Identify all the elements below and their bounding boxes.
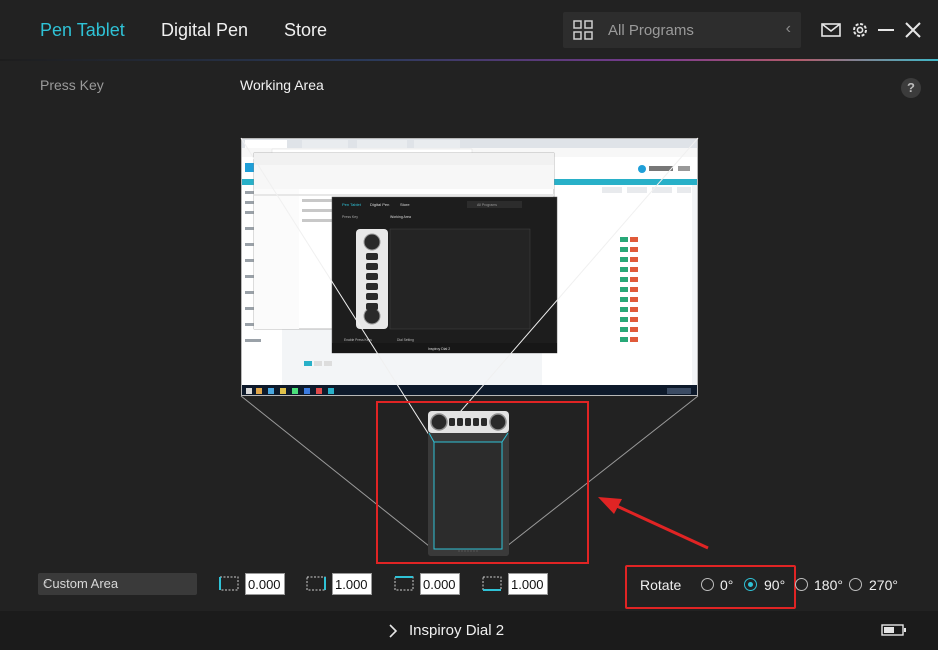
inner-tab-digital-pen: Digital Pen	[370, 202, 389, 207]
program-selector-label: All Programs	[608, 22, 694, 39]
tablet-preview	[428, 411, 509, 556]
inner-tab-pen-tablet: Pen Tablet	[342, 202, 362, 207]
help-icon[interactable]: ?	[901, 78, 921, 98]
gear-icon[interactable]	[850, 20, 870, 40]
rotate-270-radio[interactable]	[849, 578, 862, 591]
rotate-90-radio[interactable]	[744, 578, 757, 591]
header-accent-line	[0, 59, 938, 61]
tab-press-key[interactable]: Press Key	[40, 77, 104, 93]
area-top-icon	[306, 576, 326, 591]
rotate-270-label[interactable]: 270°	[869, 577, 898, 593]
rotate-0-radio[interactable]	[701, 578, 714, 591]
area-top-input[interactable]	[332, 573, 372, 595]
inner-working-area: Working Area	[390, 215, 411, 219]
rotate-0-label[interactable]: 0°	[720, 577, 733, 593]
area-left-icon	[219, 576, 239, 591]
inner-tab-store: Store	[400, 202, 410, 207]
area-bottom-input[interactable]	[508, 573, 548, 595]
tab-working-area[interactable]: Working Area	[240, 77, 324, 93]
area-bottom-icon	[482, 576, 502, 591]
monitor-screen-preview: Pen Tablet Digital Pen Store All Program…	[241, 138, 698, 396]
area-left-input[interactable]	[245, 573, 285, 595]
tab-pen-tablet[interactable]: Pen Tablet	[40, 20, 125, 41]
inner-press-key: Press Key	[342, 215, 358, 219]
footer-bar: Inspiroy Dial 2	[0, 611, 938, 650]
rotate-180-radio[interactable]	[795, 578, 808, 591]
inner-dial: Dial Setting	[397, 338, 414, 342]
tab-digital-pen[interactable]: Digital Pen	[161, 20, 248, 41]
chevron-left-icon: ‹	[43, 575, 48, 591]
area-mode-select[interactable]: Custom Area ‹	[38, 573, 197, 595]
chevron-right-icon[interactable]	[388, 624, 398, 638]
inner-search: All Programs	[477, 203, 497, 207]
inner-device: Inspiroy Dial 2	[428, 347, 450, 351]
desktop-screenshot-image: Pen Tablet Digital Pen Store All Program…	[242, 139, 697, 395]
rotate-90-label[interactable]: 90°	[764, 577, 785, 593]
device-name[interactable]: Inspiroy Dial 2	[409, 622, 504, 639]
battery-icon	[881, 624, 906, 636]
mail-icon[interactable]	[821, 20, 841, 40]
grid-icon	[573, 20, 593, 40]
area-right-icon	[394, 576, 414, 591]
program-selector[interactable]: All Programs ‹	[563, 12, 801, 48]
rotate-180-label[interactable]: 180°	[814, 577, 843, 593]
inner-enable: Enable Press Keys	[344, 338, 372, 342]
close-icon[interactable]	[903, 20, 923, 40]
top-bar: Pen Tablet Digital Pen Store All Program…	[0, 0, 938, 60]
area-right-input[interactable]	[420, 573, 460, 595]
minimize-icon[interactable]	[876, 20, 896, 40]
rotate-label: Rotate	[640, 577, 682, 593]
tablet-image	[428, 411, 509, 556]
tab-store[interactable]: Store	[284, 20, 327, 41]
chevron-left-icon[interactable]: ‹	[786, 20, 791, 38]
